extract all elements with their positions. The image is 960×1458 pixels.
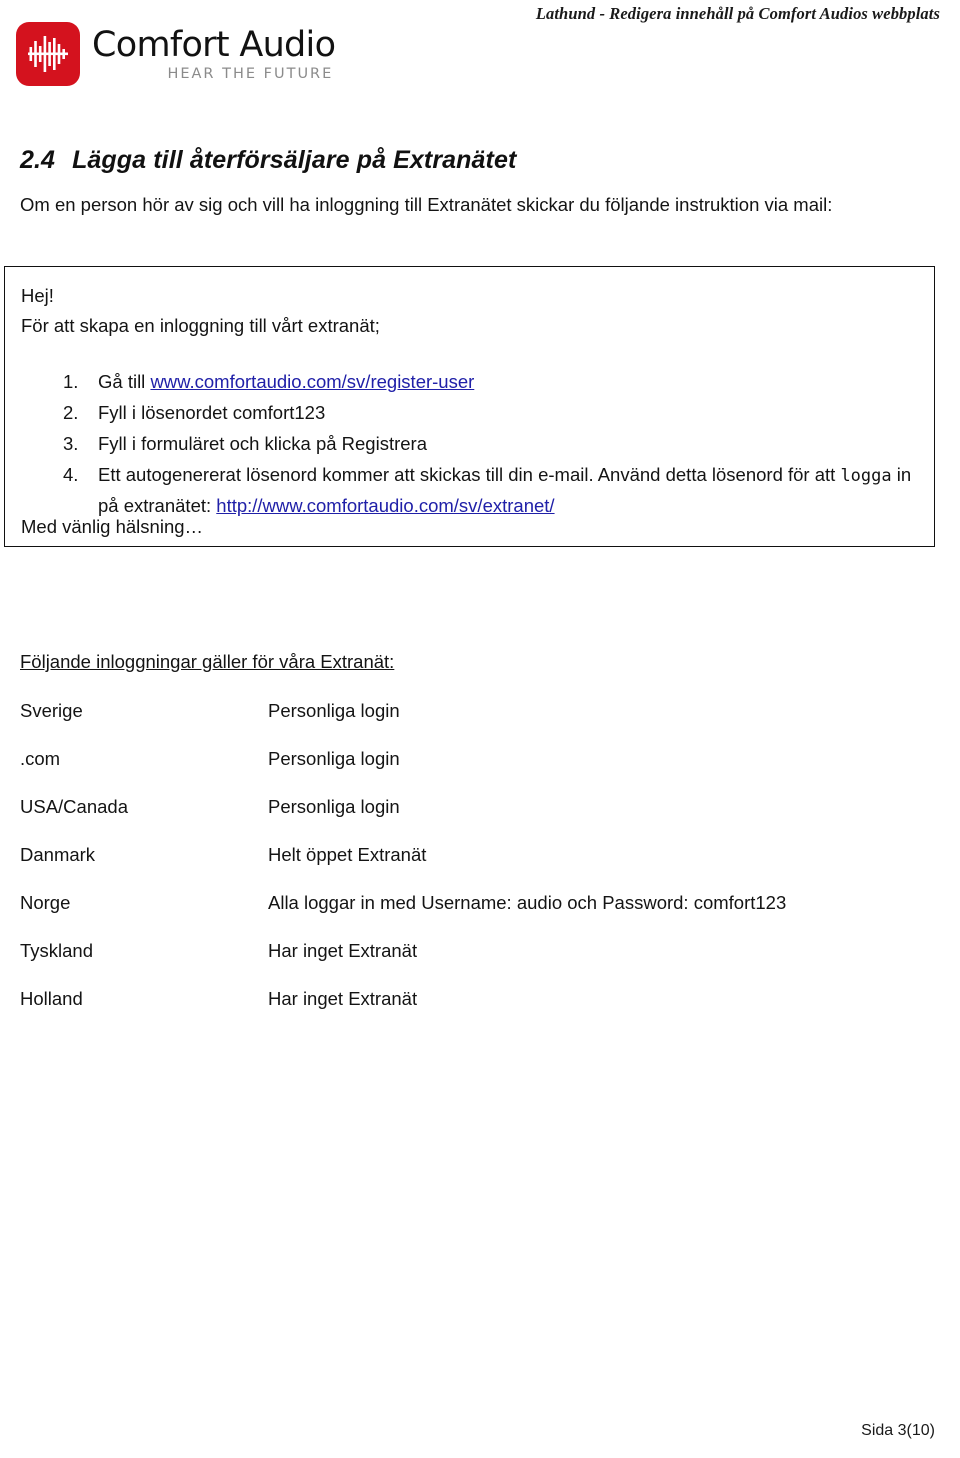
list-item: 1. Gå till www.comfortaudio.com/sv/regist… bbox=[21, 367, 934, 396]
region-cell: Tyskland bbox=[20, 940, 94, 961]
step-text: Fyll i lösenordet comfort123 bbox=[98, 402, 326, 423]
mail-step-list: 1. Gå till www.comfortaudio.com/sv/regist… bbox=[21, 367, 934, 522]
login-table-title: Följande inloggningar gäller för våra Ex… bbox=[20, 651, 395, 672]
logo-tagline: HEAR THE FUTURE bbox=[167, 66, 334, 82]
list-item: 4. Ett autogenererat lösenord kommer att … bbox=[21, 460, 934, 520]
region-cell: Danmark bbox=[20, 844, 96, 865]
step-text: Fyll i formuläret och klicka på Registre… bbox=[98, 433, 427, 454]
section-heading: 2.4 Lägga till återförsäljare på Extranät… bbox=[20, 146, 516, 175]
table-row: Holland Har inget Extranät bbox=[20, 988, 920, 1036]
section-intro-paragraph: Om en person hör av sig och vill ha inlo… bbox=[20, 194, 833, 215]
access-cell: Personliga login bbox=[268, 700, 400, 721]
access-cell: Helt öppet Extranät bbox=[268, 844, 427, 865]
list-marker: 2. bbox=[63, 402, 79, 423]
section-title: Lägga till återförsäljare på Extranätet bbox=[72, 146, 517, 174]
page-number-footer: Sida 3(10) bbox=[861, 1422, 935, 1439]
access-cell: Personliga login bbox=[268, 748, 400, 769]
logo-wordmark: Comfort Audio bbox=[92, 25, 336, 65]
table-row: Sverige Personliga login bbox=[20, 700, 920, 748]
mail-template-box: Hej! För att skapa en inloggning till vå… bbox=[4, 266, 935, 547]
region-cell: Holland bbox=[20, 988, 83, 1009]
region-cell: .com bbox=[20, 748, 61, 769]
table-row: .com Personliga login bbox=[20, 748, 920, 796]
list-item: 2. Fyll i lösenordet comfort123 bbox=[21, 398, 934, 427]
comfort-audio-logo: Comfort Audio HEAR THE FUTURE bbox=[16, 22, 336, 86]
access-cell: Har inget Extranät bbox=[268, 988, 418, 1009]
step-text: Ett autogenererat lösenord kommer att sk… bbox=[98, 464, 841, 485]
section-number: 2.4 bbox=[20, 146, 56, 174]
table-row: USA/Canada Personliga login bbox=[20, 796, 920, 844]
access-cell: Alla loggar in med Username: audio och P… bbox=[268, 892, 787, 913]
list-marker: 3. bbox=[63, 433, 79, 454]
running-header: Lathund - Redigera innehåll på Comfort A… bbox=[535, 4, 940, 23]
table-row: Danmark Helt öppet Extranät bbox=[20, 844, 920, 892]
list-marker: 4. bbox=[63, 464, 79, 485]
audio-waveform-icon bbox=[16, 22, 80, 86]
mail-subline: För att skapa en inloggning till vårt ex… bbox=[21, 315, 380, 336]
table-row: Norge Alla loggar in med Username: audio… bbox=[20, 892, 920, 940]
mail-greeting: Hej! bbox=[21, 285, 54, 306]
extranet-logins-table: Sverige Personliga login .com Personliga… bbox=[20, 700, 920, 1036]
region-cell: Norge bbox=[20, 892, 71, 913]
region-cell: Sverige bbox=[20, 700, 83, 721]
access-cell: Personliga login bbox=[268, 796, 400, 817]
extranet-link[interactable]: http://www.comfortaudio.com/sv/extranet/ bbox=[216, 495, 554, 516]
list-item: 3. Fyll i formuläret och klicka på Regist… bbox=[21, 429, 934, 458]
access-cell: Har inget Extranät bbox=[268, 940, 418, 961]
region-cell: USA/Canada bbox=[20, 796, 128, 817]
register-user-link[interactable]: www.comfortaudio.com/sv/register-user bbox=[150, 371, 474, 392]
table-row: Tyskland Har inget Extranät bbox=[20, 940, 920, 988]
step-text: Gå till bbox=[98, 371, 151, 392]
list-marker: 1. bbox=[63, 371, 79, 392]
step-monospace-word: logga bbox=[840, 466, 892, 486]
mail-signoff: Med vänlig hälsning… bbox=[21, 516, 204, 537]
